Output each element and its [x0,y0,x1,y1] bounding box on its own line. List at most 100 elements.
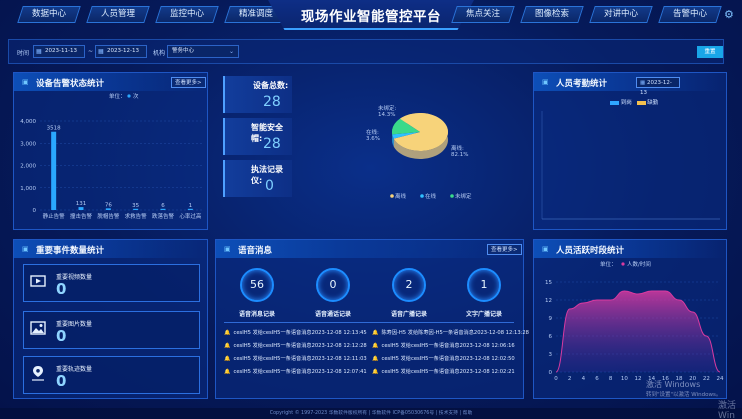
device-alarm-more-button[interactable]: 查看更多> [171,77,206,88]
message-item[interactable]: 🔔 cesIH5 发给cesIH5一条语音消息2023-12-08 12:13:4… [224,329,367,336]
summary-value: 28 [263,136,281,152]
voice-title: 语音消息 [238,246,273,256]
summary-recorder: 执法记录仪: 0 [223,160,292,197]
gear-icon[interactable]: ⚙ [724,8,734,21]
y-tick-label: 12 [545,298,552,304]
end-date-input[interactable]: ▦ 2023-12-13 [95,45,147,58]
bell-icon: 🔔 [224,369,231,375]
voice-more-button[interactable]: 查看更多> [487,244,522,255]
bar-data-label: 3518 [47,126,61,132]
ring-text-broadcast: 1 [467,268,501,302]
nav-tab-personnel[interactable]: 人员管理 [86,6,150,23]
activity-legend: 人数/时间 [627,260,651,268]
pie-label-name: 未绑定: [378,104,397,112]
unit-dot [127,94,131,98]
x-tick-label: 4 [582,376,586,382]
attendance-panel: ▣ 人员考勤统计 ▦ 2023-12-13 到岗 缺勤 [533,72,727,230]
attendance-chart-area [541,111,720,220]
y-tick-label: 0 [33,208,37,214]
activity-chart: 单位： 人数/时间 036912150 2 4 6 8 10 12 14 16 18 20 22 24 [545,260,724,382]
x-tick-label: 2 [568,376,572,382]
message-item[interactable]: 🔔 cesIH5 发给cesIH5一条语音消息2023-12-08 12:11:0… [224,355,367,362]
message-item[interactable]: 🔔 cesIH5 发给cesIH5一条语音消息2023-12-08 12:06:1… [372,342,515,349]
bar-data-label: 1 [189,203,193,209]
bar [160,208,166,210]
unit-label: 单位： [109,92,126,100]
ring-label: 语音通话记录 [314,311,351,318]
unit-value: 次 [133,92,139,100]
bell-icon: 🔔 [372,369,379,375]
bell-icon: 🔔 [224,356,231,362]
pie-label-value: 14.3% [378,112,395,118]
bar [133,208,139,210]
divider [224,322,514,323]
legend-label: 在线 [425,192,437,200]
y-tick-label: 6 [549,334,553,340]
image-icon [30,321,46,335]
voice-panel: ▣ 语音消息 查看更多> 56 0 2 1 语音消息记录 语音通话记录 语音广播… [215,239,529,399]
events-panel: ▣ 重要事件数量统计 重要视频数量 0 重要图片数量 0 重要轨迹数量 0 [13,239,208,399]
bell-icon: 🔔 [372,343,379,349]
event-card-value: 0 [56,327,67,345]
y-tick-label: 9 [549,316,553,322]
events-title: 重要事件数量统计 [36,246,105,256]
pie-label-value: 82.1% [451,152,468,158]
x-tick-label: 8 [609,376,613,382]
legend-dot [450,194,454,198]
y-tick-label: 4,000 [20,119,36,125]
panel-deco-icon: ▣ [22,245,29,253]
ring-label: 文字广播记录 [465,311,502,318]
device-status-pie-chart: 未绑定:14.3% 在线:3.6% 离线:82.1% 离线 在线 未绑定 [366,104,472,200]
message-item[interactable]: 🔔 陈寿因-H5 发给陈寿因-H5一条语音消息2023-12-08 12:13:2… [372,329,529,336]
bar-data-label: 35 [132,203,139,209]
ring-voice-calls: 0 [316,268,350,302]
x-tick-label: 求救告警 [125,212,148,220]
summary-value: 0 [265,178,274,194]
page-title: 现场作业智能管控平台 [301,9,441,25]
windows-watermark: 激活 Windows 转到"设置"以激活 Windows。 [646,380,722,398]
message-item[interactable]: 🔔 cesIH5 发给cesIH5一条语音消息2023-12-08 12:07:4… [224,368,367,375]
bell-icon: 🔔 [224,343,231,349]
event-card-track[interactable]: 重要轨迹数量 0 [23,356,200,394]
message-item[interactable]: 🔔 cesIH5 发给cesIH5一条语音消息2023-12-08 12:02:5… [372,355,515,362]
nav-tab-intercom[interactable]: 对讲中心 [589,6,653,23]
nav-tab-focus[interactable]: 焦点关注 [451,6,515,23]
message-item[interactable]: 🔔 cesIH5 发给cesIH5一条语音消息2023-12-08 12:02:2… [372,368,515,375]
activity-title: 人员活跃时段统计 [556,246,625,256]
nav-tab-image-search[interactable]: 图像检索 [520,6,584,23]
event-card-value: 0 [56,280,67,298]
org-select[interactable]: 警务中心 ⌄ [167,45,239,58]
panel-deco-icon: ▣ [542,245,549,253]
calendar-icon: ▦ [36,48,42,55]
footer: Copyright © 1997-2023 华数软件版权所有 | 华数软件 IC… [0,408,742,419]
start-date-input[interactable]: ▦ 2023-11-13 [33,45,85,58]
reset-button[interactable]: 重置 [697,46,723,58]
x-tick-label: 12 [635,376,642,382]
y-tick-label: 3 [549,352,553,358]
date-separator: ~ [88,48,94,55]
summary-smart-helmet: 智能安全帽: 28 [223,118,292,155]
event-card-video[interactable]: 重要视频数量 0 [23,264,200,302]
device-alarm-panel: ▣ 设备告警状态统计 查看更多> 单位： 次 0 1,000 2,000 3,000 4… [13,72,208,230]
location-icon [32,366,44,381]
event-card-image[interactable]: 重要图片数量 0 [23,311,200,349]
x-tick-label: 10 [621,376,628,382]
bar [187,208,193,210]
bell-icon: 🔔 [372,356,379,362]
ring-voice-messages: 56 [240,268,274,302]
ring-label: 语音广播记录 [390,311,427,318]
x-tick-label: 撞击告警 [70,212,93,220]
message-item[interactable]: 🔔 cesIH5 发给cesIH5一条语音消息2023-12-08 12:12:2… [224,342,367,349]
nav-tab-data-center[interactable]: 数据中心 [17,6,81,23]
nav-tab-monitor[interactable]: 监控中心 [155,6,219,23]
x-tick-label: 6 [595,376,599,382]
top-bar: 数据中心 人员管理 监控中心 精准调度 现场作业智能管控平台 焦点关注 图像检索… [0,0,742,30]
legend-dot [420,194,424,198]
device-alarm-title: 设备告警状态统计 [36,79,105,89]
x-tick-label: 静止告警 [43,212,66,220]
time-label: 时间 [17,50,30,57]
nav-tab-alarm[interactable]: 告警中心 [658,6,722,23]
panel-deco-icon: ▣ [22,78,29,86]
bar [105,208,111,210]
y-tick-label: 1,000 [20,186,36,192]
